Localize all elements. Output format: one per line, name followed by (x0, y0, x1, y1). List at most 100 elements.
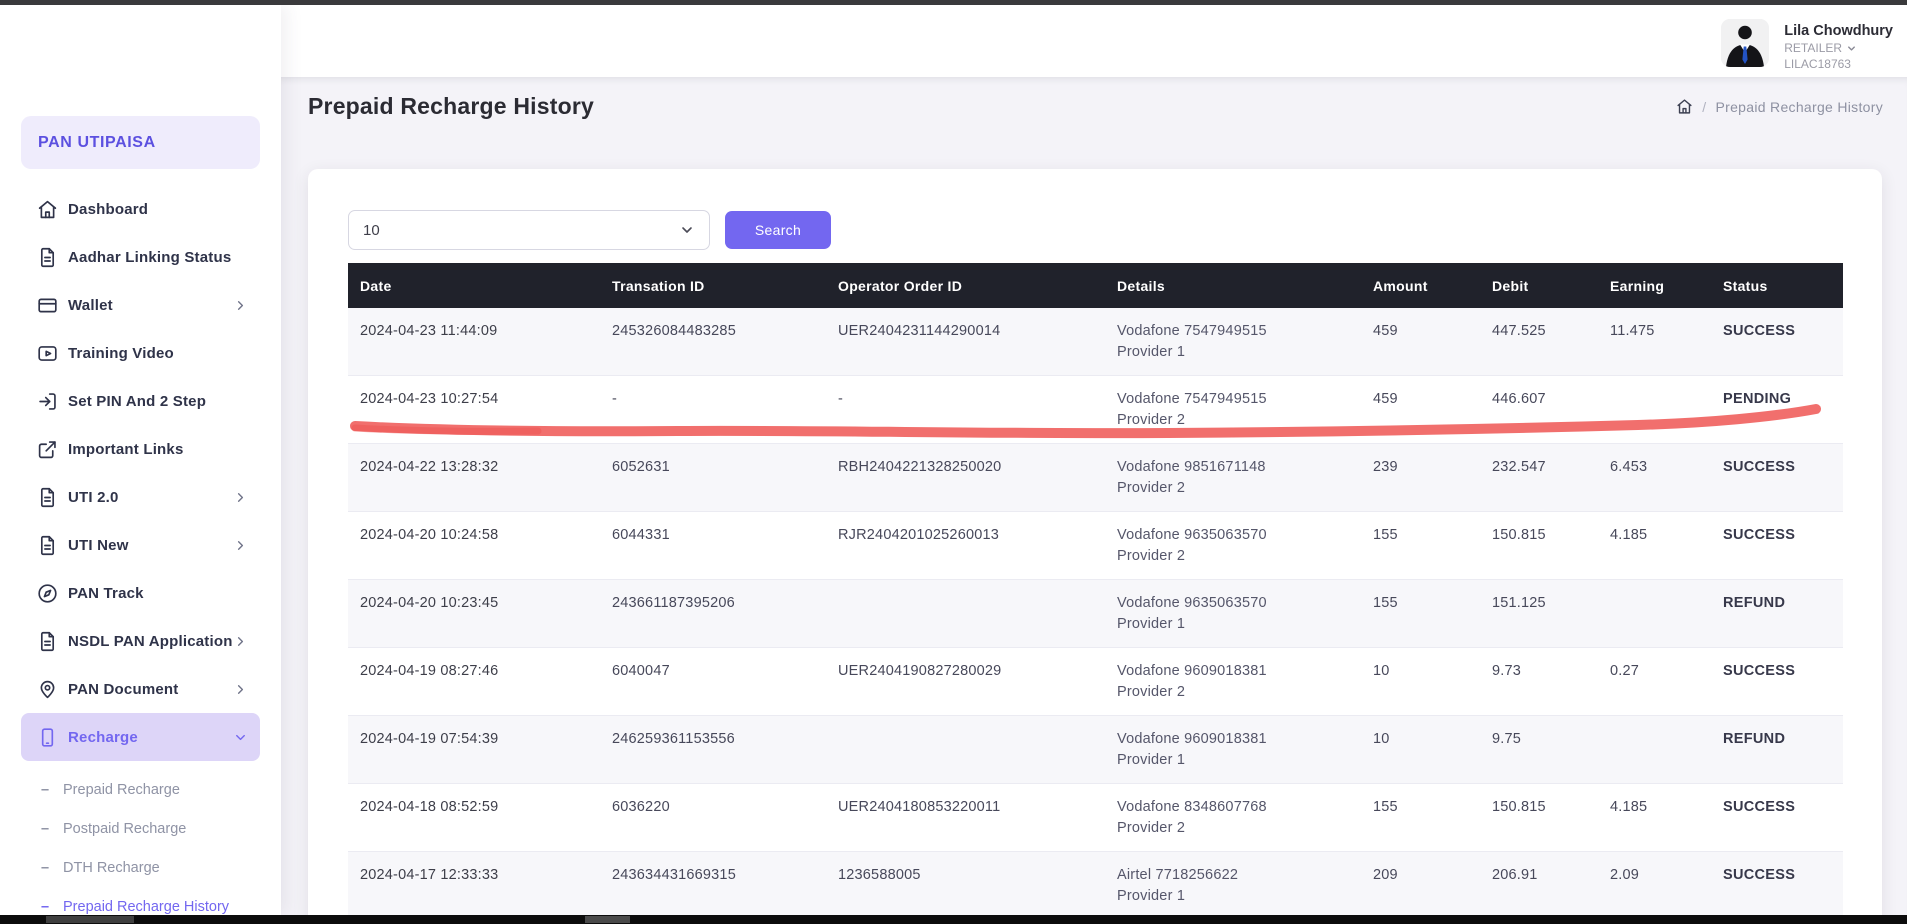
debit-cell: 151.125 (1480, 580, 1598, 648)
sidebar-item-label: PAN Document (68, 681, 178, 698)
compass-icon (37, 582, 59, 604)
submenu-item-postpaid-recharge[interactable]: – Postpaid Recharge (0, 810, 281, 849)
submenu-item-dth-recharge[interactable]: – DTH Recharge (0, 849, 281, 888)
main-content: Prepaid Recharge History / Prepaid Recha… (281, 77, 1907, 924)
sidebar-item-aadhar-linking-status[interactable]: Aadhar Linking Status (21, 233, 260, 281)
transation-id-cell: 245326084483285 (600, 308, 826, 376)
table-header-row: DateTransation IDOperator Order IDDetail… (348, 263, 1843, 308)
dash-bullet: – (41, 858, 63, 879)
transation-id-cell: 6044331 (600, 512, 826, 580)
column-header: Operator Order ID (826, 263, 1105, 308)
transation-id-cell: 243634431669315 (600, 852, 826, 920)
earning-cell (1598, 716, 1711, 784)
earning-cell (1598, 376, 1711, 444)
operator-order-id-cell: RBH2404221328250020 (826, 444, 1105, 512)
sidebar-item-set-pin-and-2-step[interactable]: Set PIN And 2 Step (21, 377, 260, 425)
sidebar: PAN UTIPAISA Dashboard Aadhar Linking St… (0, 5, 281, 915)
details-cell: Vodafone 9635063570Provider 1 (1105, 580, 1361, 648)
status-cell: SUCCESS (1711, 852, 1843, 920)
details-cell: Vodafone 7547949515Provider 2 (1105, 376, 1361, 444)
chevron-down-icon (233, 730, 248, 745)
status-cell: REFUND (1711, 580, 1843, 648)
table-row: 2024-04-19 07:54:39246259361153556Vodafo… (348, 716, 1843, 784)
submenu-item-label: Prepaid Recharge (63, 780, 180, 801)
sidebar-item-important-links[interactable]: Important Links (21, 425, 260, 473)
operator-order-id-cell: UER2404180853220011 (826, 784, 1105, 852)
dash-bullet: – (41, 819, 63, 840)
details-cell: Vodafone 9609018381Provider 1 (1105, 716, 1361, 784)
date-cell: 2024-04-22 13:28:32 (348, 444, 600, 512)
operator-order-id-cell: UER2404231144290014 (826, 308, 1105, 376)
submenu-item-label: DTH Recharge (63, 858, 160, 879)
submenu-item-label: Postpaid Recharge (63, 819, 186, 840)
transation-id-cell: 6052631 (600, 444, 826, 512)
column-header: Date (348, 263, 600, 308)
debit-cell: 150.815 (1480, 512, 1598, 580)
map-pin-icon (37, 678, 59, 700)
operator-order-id-cell: RJR2404201025260013 (826, 512, 1105, 580)
brand-label: PAN UTIPAISA (38, 134, 156, 152)
search-button[interactable]: Search (725, 211, 831, 249)
date-cell: 2024-04-19 07:54:39 (348, 716, 600, 784)
breadcrumb-separator: / (1702, 99, 1706, 115)
table-row: 2024-04-20 10:23:45243661187395206Vodafo… (348, 580, 1843, 648)
table-row-annotated: 2024-04-23 10:27:54--Vodafone 7547949515… (348, 376, 1843, 444)
history-card: 10 Search DateTransation IDOperator Orde… (308, 169, 1882, 924)
user-role[interactable]: RETAILER (1784, 40, 1893, 56)
sidebar-item-pan-track[interactable]: PAN Track (21, 569, 260, 617)
page-size-select[interactable]: 10 (348, 210, 710, 250)
sidebar-item-wallet[interactable]: Wallet (21, 281, 260, 329)
debit-cell: 232.547 (1480, 444, 1598, 512)
date-cell: 2024-04-20 10:24:58 (348, 512, 600, 580)
smartphone-icon (37, 726, 59, 748)
details-cell: Vodafone 8348607768Provider 2 (1105, 784, 1361, 852)
wallet-icon (37, 294, 59, 316)
sidebar-item-recharge[interactable]: Recharge (21, 713, 260, 761)
sidebar-item-uti-2-0[interactable]: UTI 2.0 (21, 473, 260, 521)
details-cell: Airtel 7718256622Provider 1 (1105, 852, 1361, 920)
column-header: Details (1105, 263, 1361, 308)
chevron-right-icon (233, 538, 248, 553)
column-header: Amount (1361, 263, 1480, 308)
earning-cell: 4.185 (1598, 784, 1711, 852)
sidebar-item-pan-document[interactable]: PAN Document (21, 665, 260, 713)
chevron-down-icon (679, 222, 695, 238)
amount-cell: 209 (1361, 852, 1480, 920)
operator-order-id-cell (826, 716, 1105, 784)
debit-cell: 446.607 (1480, 376, 1598, 444)
date-cell: 2024-04-17 12:33:33 (348, 852, 600, 920)
app-window: PAN UTIPAISA Dashboard Aadhar Linking St… (0, 0, 1907, 924)
sidebar-item-label: UTI New (68, 537, 129, 554)
status-cell: SUCCESS (1711, 512, 1843, 580)
sidebar-item-training-video[interactable]: Training Video (21, 329, 260, 377)
debit-cell: 150.815 (1480, 784, 1598, 852)
user-menu[interactable]: Lila Chowdhury RETAILER LILAC18763 (1721, 19, 1893, 73)
transation-id-cell: 6036220 (600, 784, 826, 852)
breadcrumb: / Prepaid Recharge History (1676, 98, 1883, 115)
file-icon (37, 534, 59, 556)
status-cell: SUCCESS (1711, 308, 1843, 376)
sidebar-item-nsdl-pan-application[interactable]: NSDL PAN Application (21, 617, 260, 665)
home-icon[interactable] (1676, 98, 1693, 115)
file-icon (37, 630, 59, 652)
status-cell: REFUND (1711, 716, 1843, 784)
chevron-right-icon (233, 298, 248, 313)
scrollbar-thumb[interactable] (46, 916, 134, 923)
status-cell: SUCCESS (1711, 784, 1843, 852)
avatar[interactable] (1721, 19, 1769, 67)
sidebar-item-label: Aadhar Linking Status (68, 249, 231, 266)
amount-cell: 10 (1361, 716, 1480, 784)
sidebar-item-label: Wallet (68, 297, 113, 314)
sidebar-item-dashboard[interactable]: Dashboard (21, 185, 260, 233)
sidebar-item-label: Dashboard (68, 201, 148, 218)
earning-cell: 11.475 (1598, 308, 1711, 376)
sidebar-item-uti-new[interactable]: UTI New (21, 521, 260, 569)
status-cell: PENDING (1711, 376, 1843, 444)
recharge-submenu: – Prepaid Recharge – Postpaid Recharge –… (0, 771, 281, 924)
amount-cell: 239 (1361, 444, 1480, 512)
taskbar-segment (585, 916, 630, 923)
submenu-item-prepaid-recharge[interactable]: – Prepaid Recharge (0, 771, 281, 810)
dash-bullet: – (41, 780, 63, 801)
user-info: Lila Chowdhury RETAILER LILAC18763 (1784, 19, 1893, 73)
transation-id-cell: 243661187395206 (600, 580, 826, 648)
